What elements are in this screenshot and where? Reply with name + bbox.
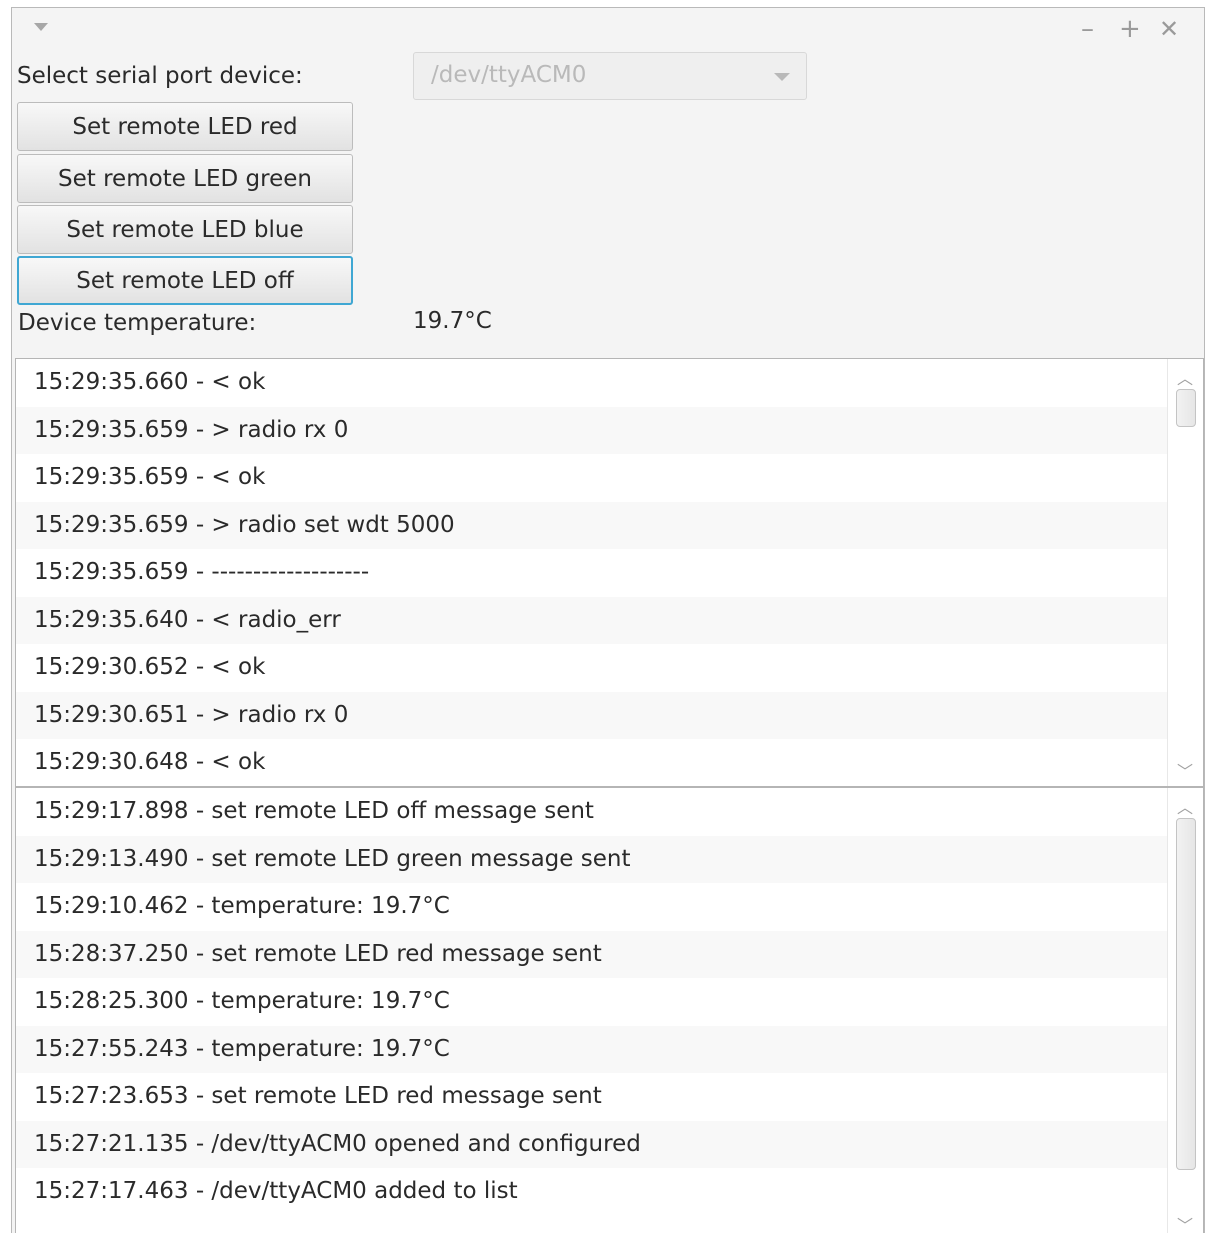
event-log-rows: 15:29:17.898 - set remote LED off messag… bbox=[16, 788, 1167, 1216]
serial-log-row[interactable]: 15:29:35.659 - ------------------- bbox=[16, 549, 1167, 597]
window-menu-icon[interactable] bbox=[34, 23, 48, 31]
event-log-row[interactable]: 15:29:13.490 - set remote LED green mess… bbox=[16, 835, 1167, 883]
chevron-down-icon bbox=[774, 73, 790, 81]
serial-log-row[interactable]: 15:29:30.652 - < ok bbox=[16, 644, 1167, 692]
event-log-row[interactable]: 15:27:21.135 - /dev/ttyACM0 opened and c… bbox=[16, 1120, 1167, 1168]
serial-log-rows: 15:29:35.660 - < ok 15:29:35.659 - > radi… bbox=[16, 359, 1167, 786]
serial-log-row[interactable]: 15:29:30.648 - < ok bbox=[16, 739, 1167, 786]
serial-port-label: Select serial port device: bbox=[17, 63, 303, 89]
app-window: – + ✕ Select serial port device: /dev/tt… bbox=[11, 7, 1205, 1233]
set-led-green-button[interactable]: Set remote LED green bbox=[17, 154, 353, 203]
event-log-scrollbar[interactable]: ︿ ﹀ bbox=[1167, 788, 1203, 1233]
chevron-up-icon[interactable]: ︿ bbox=[1177, 365, 1193, 389]
event-log-scroll-thumb[interactable] bbox=[1176, 818, 1196, 1170]
event-log-row[interactable]: 15:29:17.898 - set remote LED off messag… bbox=[16, 788, 1167, 836]
chevron-down-icon[interactable]: ﹀ bbox=[1177, 758, 1193, 782]
set-led-red-button[interactable]: Set remote LED red bbox=[17, 102, 353, 151]
event-log-row[interactable]: 15:27:17.463 - /dev/ttyACM0 added to lis… bbox=[16, 1168, 1167, 1216]
serial-log-row[interactable]: 15:29:35.640 - < radio_err bbox=[16, 596, 1167, 644]
serial-log-row[interactable]: 15:29:35.660 - < ok bbox=[16, 359, 1167, 407]
serial-log-scroll-thumb[interactable] bbox=[1176, 389, 1196, 427]
serial-log-row[interactable]: 15:29:35.659 - > radio rx 0 bbox=[16, 406, 1167, 454]
event-log-row[interactable]: 15:27:23.653 - set remote LED red messag… bbox=[16, 1073, 1167, 1121]
serial-log-list[interactable]: 15:29:35.660 - < ok 15:29:35.659 - > radi… bbox=[15, 358, 1204, 787]
chevron-down-icon[interactable]: ﹀ bbox=[1177, 1212, 1193, 1233]
event-log-row[interactable]: 15:28:37.250 - set remote LED red messag… bbox=[16, 930, 1167, 978]
serial-port-select[interactable]: /dev/ttyACM0 bbox=[413, 52, 807, 100]
set-led-off-button[interactable]: Set remote LED off bbox=[17, 256, 353, 305]
device-temperature-label: Device temperature: bbox=[18, 310, 257, 336]
event-log-list[interactable]: 15:29:17.898 - set remote LED off messag… bbox=[15, 787, 1204, 1233]
serial-log-row[interactable]: 15:29:35.659 - < ok bbox=[16, 454, 1167, 502]
chevron-up-icon[interactable]: ︿ bbox=[1177, 794, 1193, 818]
maximize-icon[interactable]: + bbox=[1119, 14, 1141, 44]
event-log-row[interactable]: 15:28:25.300 - temperature: 19.7°C bbox=[16, 978, 1167, 1026]
close-icon[interactable]: ✕ bbox=[1159, 14, 1179, 44]
serial-log-row[interactable]: 15:29:30.651 - > radio rx 0 bbox=[16, 691, 1167, 739]
minimize-icon[interactable]: – bbox=[1081, 14, 1094, 44]
device-temperature-value: 19.7°C bbox=[413, 308, 492, 334]
title-bar: – + ✕ bbox=[12, 8, 1204, 50]
serial-log-row[interactable]: 15:29:35.659 - > radio set wdt 5000 bbox=[16, 501, 1167, 549]
set-led-blue-button[interactable]: Set remote LED blue bbox=[17, 205, 353, 254]
event-log-row[interactable]: 15:29:10.462 - temperature: 19.7°C bbox=[16, 883, 1167, 931]
serial-log-scrollbar[interactable]: ︿ ﹀ bbox=[1167, 359, 1203, 786]
serial-port-selected-value: /dev/ttyACM0 bbox=[431, 62, 587, 88]
event-log-row[interactable]: 15:27:55.243 - temperature: 19.7°C bbox=[16, 1025, 1167, 1073]
